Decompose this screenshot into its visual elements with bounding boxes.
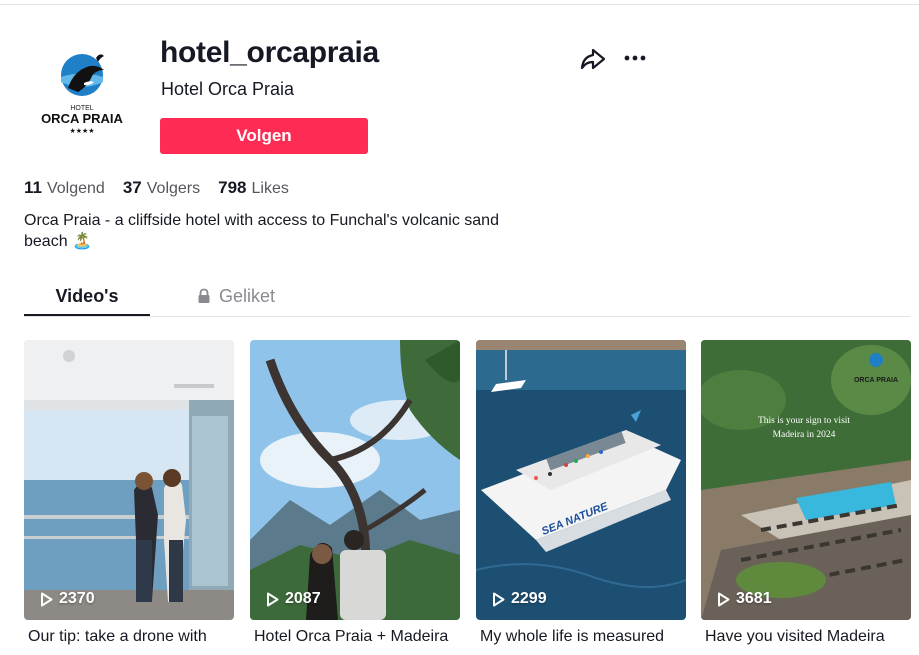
- tab-label: Video's: [55, 285, 119, 306]
- stat-number: 11: [24, 178, 42, 197]
- profile-bio: Orca Praia - a cliffside hotel with acce…: [24, 210, 524, 252]
- view-count-number: 3681: [736, 590, 772, 607]
- stat-followers[interactable]: 37 Volgers: [123, 178, 200, 198]
- svg-text:This is your sign to visit: This is your sign to visit: [758, 416, 850, 426]
- top-border: [0, 0, 919, 5]
- view-count: 2370: [40, 590, 95, 608]
- tab-liked[interactable]: Geliket: [173, 278, 299, 314]
- follow-button[interactable]: Volgen: [160, 118, 368, 154]
- svg-text:ORCA PRAIA: ORCA PRAIA: [854, 377, 898, 384]
- video-card[interactable]: SEA NATURE 2299 My whole life is measure…: [476, 340, 686, 646]
- view-count: 2299: [492, 590, 547, 608]
- stat-label: Volgend: [46, 180, 105, 197]
- svg-text:★★★★: ★★★★: [69, 127, 94, 135]
- avatar[interactable]: HOTEL ORCA PRAIA ★★★★: [24, 30, 140, 146]
- video-thumbnail[interactable]: 2370: [24, 340, 234, 620]
- video-card[interactable]: 2370 Our tip: take a drone with: [24, 340, 234, 646]
- hotel-logo: HOTEL ORCA PRAIA ★★★★: [41, 54, 124, 135]
- profile-tabs: Video's Geliket: [24, 278, 910, 317]
- play-icon: [267, 592, 279, 606]
- profile-stats: 11 Volgend 37 Volgers 798 Likes: [24, 178, 289, 198]
- svg-text:ORCA PRAIA: ORCA PRAIA: [41, 111, 123, 126]
- video-thumbnail[interactable]: ORCA PRAIA This is your sign to visit Ma…: [701, 340, 911, 620]
- stat-number: 798: [218, 178, 247, 197]
- svg-text:Madeira in 2024: Madeira in 2024: [773, 430, 836, 440]
- video-card[interactable]: 2087 Hotel Orca Praia + Madeira: [250, 340, 460, 646]
- view-count: 2087: [266, 590, 321, 608]
- bio-line: beach 🏝️: [24, 233, 92, 250]
- stat-number: 37: [122, 178, 142, 197]
- more-options-icon[interactable]: [621, 46, 649, 70]
- profile-handle: hotel_orcapraia: [160, 36, 379, 69]
- video-card[interactable]: ORCA PRAIA This is your sign to visit Ma…: [701, 340, 911, 646]
- profile-nickname: Hotel Orca Praia: [161, 79, 295, 99]
- lock-icon: [198, 288, 210, 303]
- stat-label: Volgers: [146, 180, 201, 197]
- play-icon: [493, 592, 505, 606]
- view-count: 3681: [717, 590, 772, 608]
- tab-videos[interactable]: Video's: [24, 278, 150, 316]
- video-caption[interactable]: Hotel Orca Praia + Madeira: [250, 628, 460, 646]
- share-icon[interactable]: [578, 46, 608, 72]
- view-count-number: 2299: [511, 590, 547, 607]
- video-grid: 2370 Our tip: take a drone with 2087 Hot…: [24, 340, 912, 655]
- bio-line: Orca Praia - a cliffside hotel with acce…: [24, 212, 499, 229]
- stat-likes: 798 Likes: [218, 178, 289, 198]
- stat-label: Likes: [251, 180, 289, 197]
- view-count-number: 2087: [285, 590, 321, 607]
- video-thumbnail[interactable]: 2087: [250, 340, 460, 620]
- video-caption[interactable]: Our tip: take a drone with: [24, 628, 234, 646]
- view-count-number: 2370: [59, 590, 95, 607]
- play-icon: [718, 592, 730, 606]
- tab-label: Geliket: [218, 285, 276, 306]
- video-thumbnail[interactable]: SEA NATURE 2299: [476, 340, 686, 620]
- play-icon: [41, 592, 53, 606]
- video-caption[interactable]: Have you visited Madeira: [701, 628, 911, 646]
- stat-following[interactable]: 11 Volgend: [24, 178, 105, 198]
- video-caption[interactable]: My whole life is measured: [476, 628, 686, 646]
